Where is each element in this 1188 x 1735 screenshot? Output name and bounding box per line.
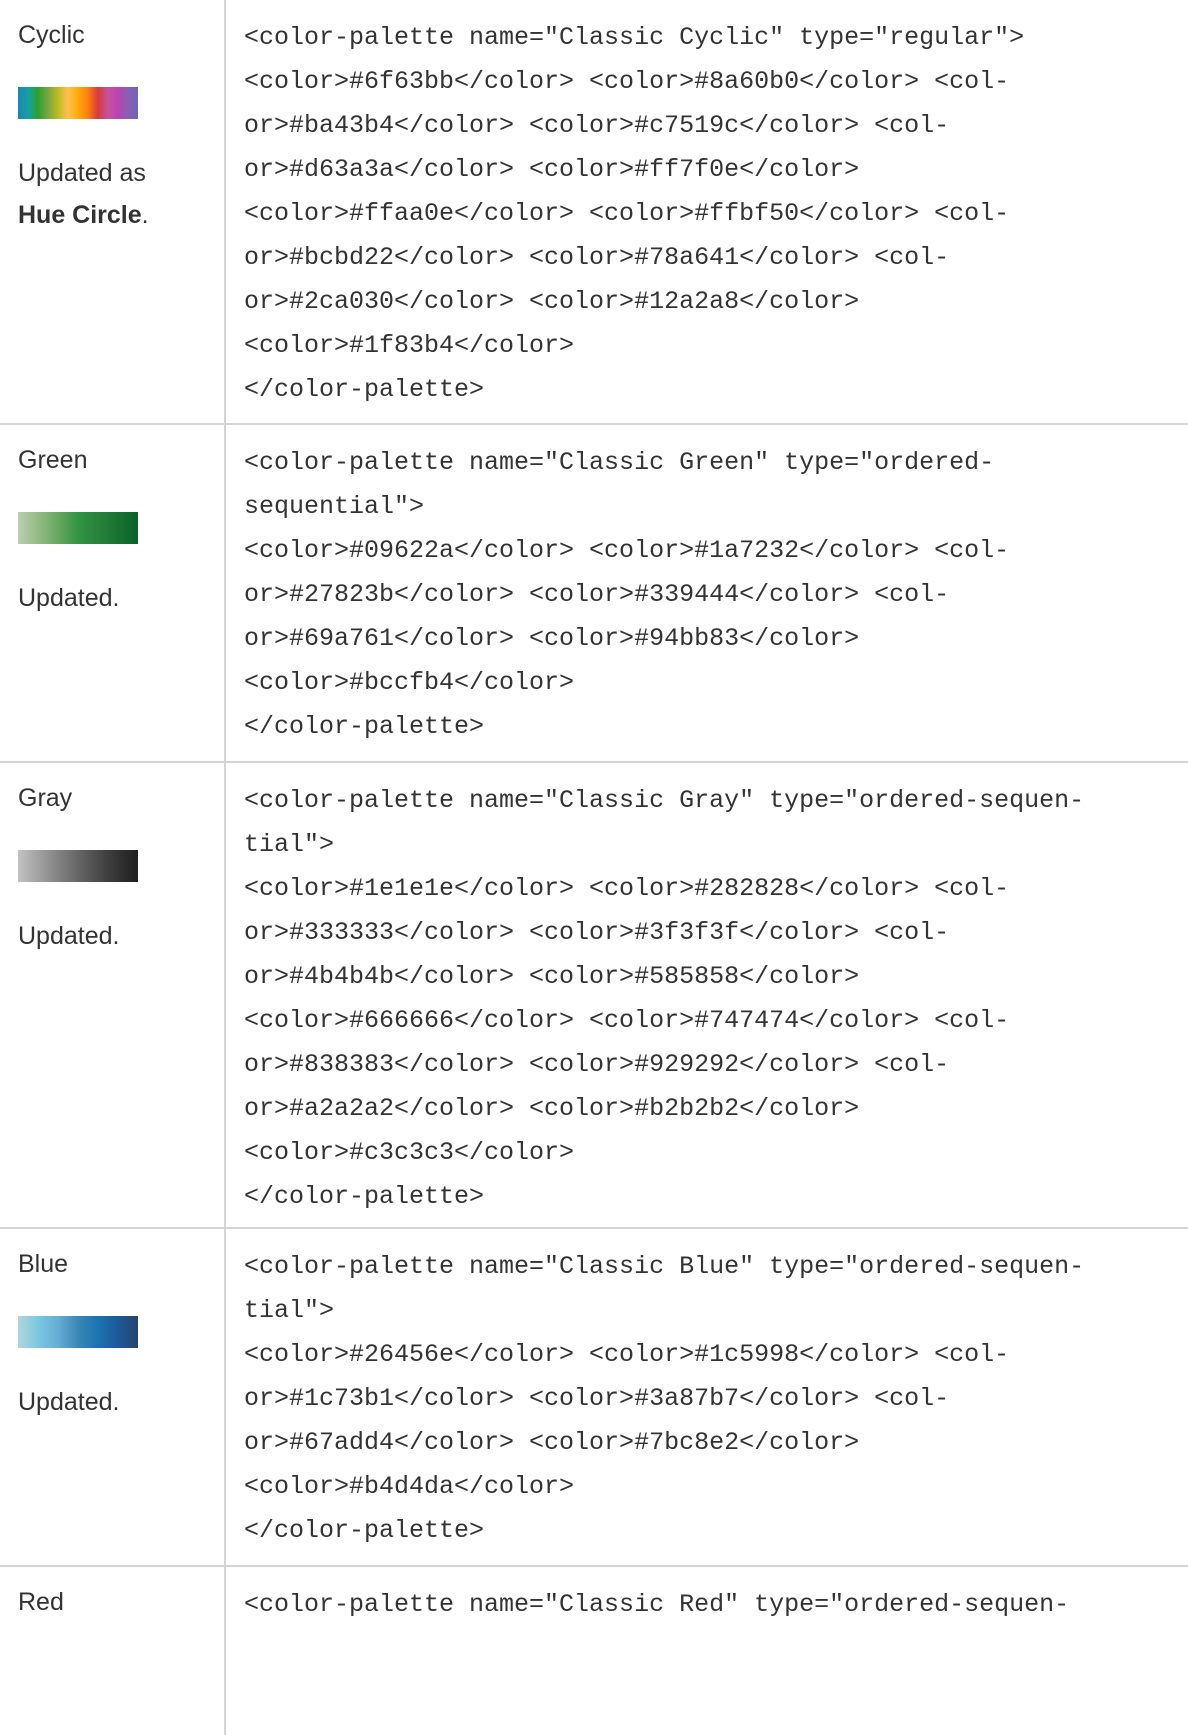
- palette-info-cell: Green Updated.: [0, 424, 226, 762]
- palette-name: Cyclic: [18, 21, 85, 49]
- code-cell: <color-palette name="Classic Red" type="…: [225, 1566, 1188, 1735]
- table-row: Gray Updated. <color-palette name="Class…: [0, 762, 1188, 1228]
- palette-xml-code: <color-palette name="Classic Gray" type=…: [244, 786, 1085, 1211]
- table-row: Red <color-palette name="Classic Red" ty…: [0, 1566, 1188, 1735]
- note-suffix: .: [141, 201, 149, 229]
- palette-xml-code: <color-palette name="Classic Blue" type=…: [244, 1252, 1085, 1545]
- palette-name: Blue: [18, 1250, 69, 1278]
- note-text: Updated as: [18, 159, 146, 187]
- color-swatch: [18, 1316, 138, 1348]
- update-note: Updated.: [18, 1388, 120, 1416]
- table-row: Green Updated. <color-palette name="Clas…: [0, 424, 1188, 762]
- update-note: Updated as Hue Circle.: [18, 152, 224, 236]
- palette-xml-code: <color-palette name="Classic Cyclic" typ…: [244, 23, 1025, 404]
- palette-xml-code: <color-palette name="Classic Green" type…: [244, 448, 1010, 741]
- palette-info-cell: Blue Updated.: [0, 1228, 226, 1566]
- palette-name: Red: [18, 1588, 64, 1616]
- update-note: Updated.: [18, 922, 120, 950]
- note-emphasis: Hue Circle: [18, 201, 142, 229]
- code-cell: <color-palette name="Classic Green" type…: [225, 424, 1188, 762]
- color-swatch: [18, 87, 138, 119]
- palette-name: Gray: [18, 784, 73, 812]
- update-note: Updated.: [18, 584, 120, 612]
- color-swatch: [18, 850, 138, 882]
- palette-info-cell: Cyclic Updated as Hue Circle.: [0, 0, 226, 424]
- color-swatch: [18, 512, 138, 544]
- palette-xml-code: <color-palette name="Classic Red" type="…: [244, 1590, 1070, 1619]
- code-cell: <color-palette name="Classic Cyclic" typ…: [225, 0, 1188, 424]
- palette-info-cell: Red: [0, 1566, 226, 1735]
- table-row: Blue Updated. <color-palette name="Class…: [0, 1228, 1188, 1566]
- palette-name: Green: [18, 446, 88, 474]
- code-cell: <color-palette name="Classic Blue" type=…: [225, 1228, 1188, 1566]
- code-cell: <color-palette name="Classic Gray" type=…: [225, 762, 1188, 1228]
- palette-table: Cyclic Updated as Hue Circle. <color-pale…: [0, 0, 1188, 1735]
- table-row: Cyclic Updated as Hue Circle. <color-pale…: [0, 0, 1188, 424]
- palette-info-cell: Gray Updated.: [0, 762, 226, 1228]
